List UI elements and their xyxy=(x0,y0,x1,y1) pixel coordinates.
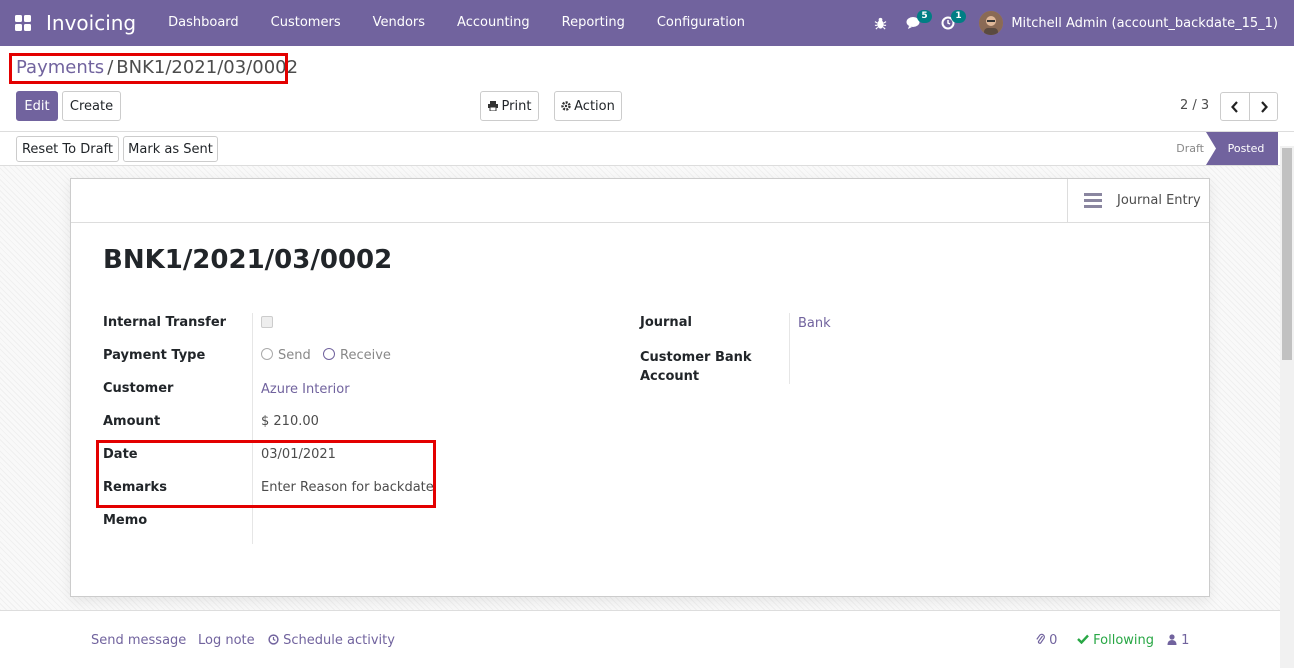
document-title: BNK1/2021/03/0002 xyxy=(103,245,393,275)
user-icon xyxy=(1167,634,1177,645)
menu-accounting[interactable]: Accounting xyxy=(441,0,546,46)
chevron-left-icon xyxy=(1231,100,1238,113)
top-navbar: Invoicing Dashboard Customers Vendors Ac… xyxy=(0,0,1294,46)
send-message-button[interactable]: Send message xyxy=(91,633,186,648)
reset-to-draft-button[interactable]: Reset To Draft xyxy=(16,136,119,162)
chatter-topbar: Send message Log note Schedule activity … xyxy=(0,610,1280,668)
payment-type-send: Send xyxy=(261,348,311,363)
followers-button[interactable]: 1 xyxy=(1167,633,1189,648)
attachments-button[interactable]: 0 xyxy=(1036,633,1057,648)
paperclip-icon xyxy=(1036,633,1045,644)
action-label: Action xyxy=(574,98,615,114)
messages-count-badge: 5 xyxy=(917,10,932,23)
payment-type-receive: Receive xyxy=(323,348,391,363)
schedule-activity-button[interactable]: Schedule activity xyxy=(268,633,395,648)
date-value: 03/01/2021 xyxy=(261,447,336,462)
clock-icon xyxy=(268,634,279,645)
pager-previous-button[interactable] xyxy=(1220,92,1250,121)
menu-configuration[interactable]: Configuration xyxy=(641,0,761,46)
log-note-button[interactable]: Log note xyxy=(198,633,255,648)
receive-radio xyxy=(323,348,335,360)
customer-bank-account-label-line1: Customer Bank xyxy=(640,350,752,365)
customer-label: Customer xyxy=(103,381,174,396)
menu-reporting[interactable]: Reporting xyxy=(546,0,641,46)
payment-type-label: Payment Type xyxy=(103,348,206,363)
send-label: Send xyxy=(278,348,311,363)
menu-vendors[interactable]: Vendors xyxy=(357,0,441,46)
send-radio xyxy=(261,348,273,360)
status-bar: Reset To Draft Mark as Sent Draft Posted xyxy=(0,131,1294,166)
pager-next-button[interactable] xyxy=(1249,92,1278,121)
user-menu[interactable]: Mitchell Admin (account_backdate_15_1) xyxy=(1011,16,1278,31)
followers-count: 1 xyxy=(1181,633,1190,648)
customer-link[interactable]: Azure Interior xyxy=(261,382,350,397)
print-icon xyxy=(487,101,498,111)
journal-label: Journal xyxy=(640,315,692,330)
user-avatar[interactable] xyxy=(979,11,1004,35)
action-button[interactable]: Action xyxy=(554,91,622,121)
memo-label: Memo xyxy=(103,513,148,528)
following-label: Following xyxy=(1093,633,1155,648)
scrollbar-thumb[interactable] xyxy=(1282,148,1292,360)
bars-icon xyxy=(1084,193,1102,208)
internal-transfer-label: Internal Transfer xyxy=(103,315,227,330)
amount-label: Amount xyxy=(103,414,161,429)
app-title[interactable]: Invoicing xyxy=(46,11,136,35)
vertical-scrollbar[interactable] xyxy=(1280,146,1294,668)
customer-bank-account-label: Customer Bank Account xyxy=(640,348,752,386)
right-group-divider xyxy=(789,313,790,384)
pager-counter[interactable]: 2 / 3 xyxy=(1180,98,1209,113)
messages-icon[interactable]: 5 xyxy=(897,0,932,46)
breadcrumb: Payments / BNK1/2021/03/0002 xyxy=(16,57,298,78)
check-icon xyxy=(1077,634,1089,645)
left-group-divider xyxy=(252,313,253,544)
breadcrumb-current: BNK1/2021/03/0002 xyxy=(116,57,299,78)
status-posted[interactable]: Posted xyxy=(1206,132,1278,165)
mark-as-sent-button[interactable]: Mark as Sent xyxy=(123,136,218,162)
activities-count-badge: 1 xyxy=(951,10,966,23)
form-sheet: Journal Entry BNK1/2021/03/0002 Internal… xyxy=(70,178,1210,597)
breadcrumb-separator: / xyxy=(107,57,114,78)
debug-bug-icon[interactable] xyxy=(863,0,897,46)
remarks-label: Remarks xyxy=(103,480,167,495)
customer-bank-account-label-line2: Account xyxy=(640,369,700,384)
amount-value: $ 210.00 xyxy=(261,414,319,429)
receive-label: Receive xyxy=(340,348,391,363)
date-label: Date xyxy=(103,447,138,462)
gear-icon xyxy=(561,101,571,111)
apps-menu-icon[interactable] xyxy=(0,0,46,46)
journal-link[interactable]: Bank xyxy=(798,316,831,331)
breadcrumb-payments-link[interactable]: Payments xyxy=(16,57,104,78)
button-box: Journal Entry xyxy=(71,179,1209,223)
edit-button[interactable]: Edit xyxy=(16,91,58,121)
print-button[interactable]: Print xyxy=(480,91,539,121)
journal-entry-smart-button[interactable]: Journal Entry xyxy=(1067,179,1209,222)
internal-transfer-checkbox xyxy=(261,316,273,328)
print-label: Print xyxy=(501,98,532,114)
chevron-right-icon xyxy=(1260,100,1268,113)
schedule-activity-label: Schedule activity xyxy=(283,633,395,648)
menu-customers[interactable]: Customers xyxy=(255,0,357,46)
create-button[interactable]: Create xyxy=(62,91,121,121)
attachments-count: 0 xyxy=(1049,633,1058,648)
remarks-value: Enter Reason for backdate xyxy=(261,480,434,495)
following-button[interactable]: Following xyxy=(1077,633,1154,648)
menu-dashboard[interactable]: Dashboard xyxy=(152,0,255,46)
journal-entry-label: Journal Entry xyxy=(1117,193,1201,208)
activities-clock-icon[interactable]: 1 xyxy=(931,0,966,46)
